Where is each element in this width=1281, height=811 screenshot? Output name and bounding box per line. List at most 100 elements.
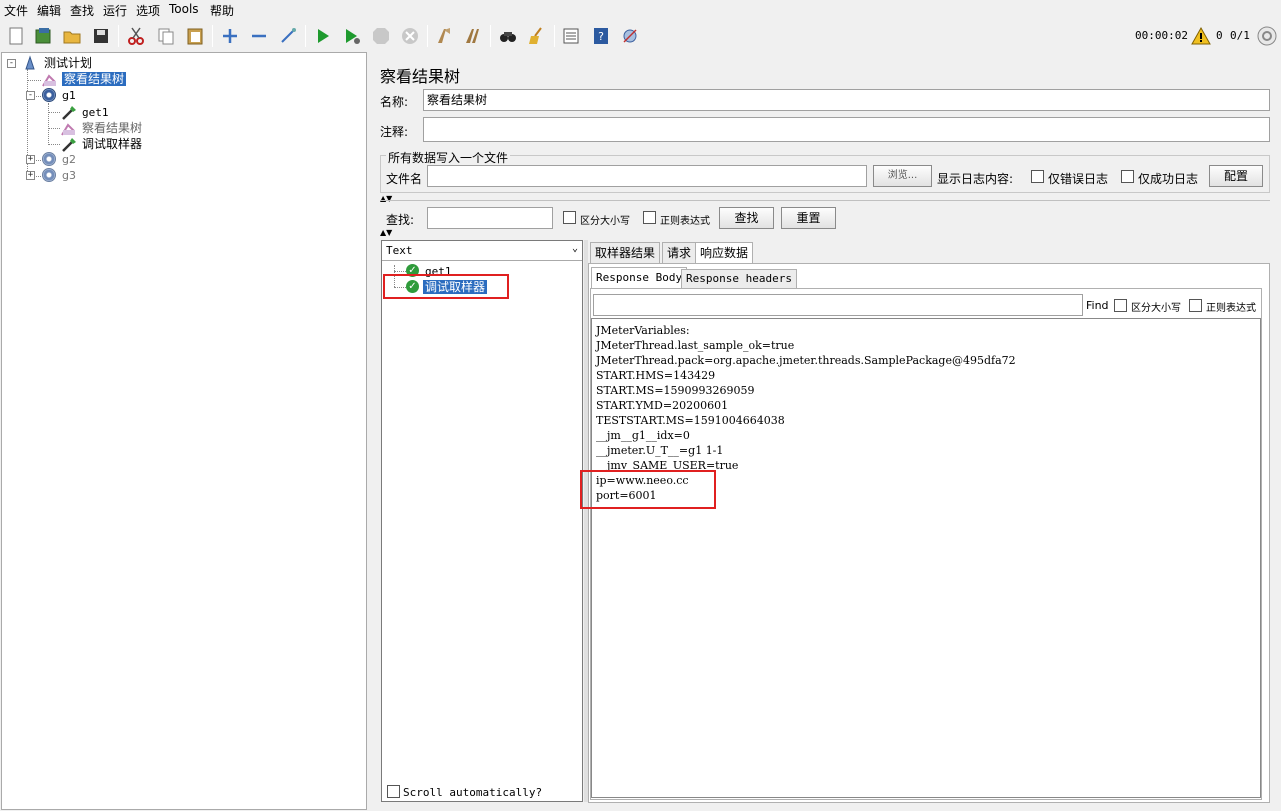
- file-group-title: 所有数据写入一个文件: [386, 149, 511, 166]
- splitter-arrows[interactable]: ▲▼: [380, 229, 392, 237]
- remote-icon[interactable]: [618, 24, 642, 48]
- menu-edit[interactable]: 编辑: [37, 2, 61, 19]
- start-icon[interactable]: [311, 24, 335, 48]
- save-icon[interactable]: [89, 24, 113, 48]
- search-label: 查找:: [386, 213, 415, 227]
- renderer-value: Text: [386, 244, 413, 257]
- search-input[interactable]: [427, 207, 553, 229]
- clear-icon[interactable]: [432, 24, 456, 48]
- toolbar: ? 00:00:02 0 0/1: [0, 20, 1281, 52]
- errors-only-checkbox[interactable]: [1031, 170, 1044, 183]
- tree-g1-view-results-tree[interactable]: 察看结果树: [82, 121, 142, 135]
- help-icon[interactable]: ?: [589, 24, 613, 48]
- highlight-box: [580, 470, 716, 509]
- find-input[interactable]: [593, 294, 1083, 316]
- open-icon[interactable]: [60, 24, 84, 48]
- warning-icon[interactable]: [1190, 24, 1212, 48]
- new-icon[interactable]: [4, 24, 28, 48]
- tab-response-headers[interactable]: Response headers: [681, 269, 797, 289]
- paste-icon[interactable]: [183, 24, 207, 48]
- response-line: __jm__g1__idx=0: [596, 429, 690, 442]
- reset-button[interactable]: 重置: [781, 207, 836, 229]
- find-regex-checkbox[interactable]: [1189, 299, 1202, 312]
- tab-request[interactable]: 请求: [662, 242, 697, 264]
- tab-response-body[interactable]: Response Body: [591, 267, 688, 289]
- response-line: JMeterThread.last_sample_ok=true: [596, 339, 795, 352]
- find-case-checkbox[interactable]: [1114, 299, 1127, 312]
- menu-bar: 文件 编辑 查找 运行 选项 Tools 帮助: [0, 0, 1281, 20]
- browse-button[interactable]: 浏览...: [873, 165, 932, 187]
- success-only-label: 仅成功日志: [1138, 172, 1199, 186]
- divider: [380, 200, 1270, 201]
- tab-response-data[interactable]: 响应数据: [695, 242, 754, 264]
- warning-count: 0: [1216, 29, 1223, 42]
- regex-checkbox[interactable]: [643, 211, 656, 224]
- renderer-select[interactable]: Text ⌄: [382, 241, 582, 261]
- success-only-checkbox[interactable]: [1121, 170, 1134, 183]
- case-sensitive-checkbox[interactable]: [563, 211, 576, 224]
- expand-g3[interactable]: +: [26, 171, 35, 180]
- filename-label: 文件名: [386, 172, 423, 186]
- search-button[interactable]: 查找: [719, 207, 774, 229]
- test-plan-tree: - 测试计划 察看结果树 - g1 get1 察看结果树 调试取样器 + g2 …: [1, 52, 367, 810]
- tree-debug-sampler[interactable]: 调试取样器: [82, 137, 142, 151]
- copy-icon[interactable]: [154, 24, 178, 48]
- thread-group-icon: [42, 168, 56, 182]
- tree-test-plan[interactable]: 测试计划: [44, 56, 92, 70]
- menu-options[interactable]: 选项: [136, 2, 160, 19]
- thread-group-icon: [42, 152, 56, 166]
- find-regex-label: 正则表达式: [1206, 303, 1256, 314]
- tree-g3[interactable]: g3: [62, 169, 76, 183]
- reset-search-icon[interactable]: [525, 24, 549, 48]
- tree-view-results-tree[interactable]: 察看结果树: [62, 72, 127, 86]
- sampler-icon: [62, 106, 76, 120]
- expand-icon[interactable]: [218, 24, 242, 48]
- scroll-auto-label: Scroll automatically?: [403, 786, 543, 799]
- tree-g1[interactable]: g1: [62, 89, 76, 103]
- response-line: __jmeter.U_T__=g1 1-1: [596, 444, 724, 457]
- search-icon[interactable]: [496, 24, 520, 48]
- listener-icon: [42, 74, 56, 87]
- start-no-pause-icon[interactable]: [340, 24, 364, 48]
- scroll-auto-checkbox[interactable]: [387, 785, 400, 798]
- templates-icon[interactable]: [31, 24, 55, 48]
- menu-file[interactable]: 文件: [4, 2, 28, 19]
- tab-sampler-result[interactable]: 取样器结果: [590, 242, 661, 264]
- regex-label: 正则表达式: [660, 216, 710, 227]
- cut-icon[interactable]: [124, 24, 148, 48]
- comment-label: 注释:: [380, 125, 409, 139]
- response-line: START.YMD=20200601: [596, 399, 729, 412]
- stop-icon[interactable]: [369, 24, 393, 48]
- comment-input[interactable]: [423, 117, 1270, 142]
- collapse-icon[interactable]: [247, 24, 271, 48]
- response-line: JMeterThread.pack=org.apache.jmeter.thre…: [596, 354, 1016, 367]
- collapse-test-plan[interactable]: -: [7, 59, 16, 68]
- configure-button[interactable]: 配置: [1209, 165, 1263, 187]
- collapse-g1[interactable]: -: [26, 91, 35, 100]
- tree-g2[interactable]: g2: [62, 153, 76, 167]
- name-input[interactable]: 察看结果树: [423, 89, 1270, 111]
- filename-input[interactable]: [427, 165, 867, 187]
- function-helper-icon[interactable]: [559, 24, 583, 48]
- menu-tools[interactable]: Tools: [169, 2, 199, 16]
- sampler-icon: [62, 138, 76, 152]
- thread-group-icon: [42, 88, 56, 102]
- splitter-arrows[interactable]: ▲▼: [380, 195, 392, 203]
- chevron-down-icon: ⌄: [571, 243, 578, 254]
- find-case-label: 区分大小写: [1131, 303, 1181, 314]
- menu-help[interactable]: 帮助: [210, 2, 234, 19]
- find-label: Find: [1086, 299, 1109, 312]
- svg-text:?: ?: [598, 30, 604, 43]
- response-line: START.MS=1590993269059: [596, 384, 755, 397]
- tree-get1[interactable]: get1: [82, 106, 109, 120]
- expand-g2[interactable]: +: [26, 155, 35, 164]
- response-body-text[interactable]: JMeterVariables: JMeterThread.last_sampl…: [591, 318, 1261, 798]
- menu-run[interactable]: 运行: [103, 2, 127, 19]
- toggle-icon[interactable]: [276, 24, 300, 48]
- menu-search[interactable]: 查找: [70, 2, 94, 19]
- results-list: Text ⌄ ✓ get1 ✓ 调试取样器 Scroll automatical…: [381, 240, 583, 802]
- shutdown-icon[interactable]: [398, 24, 422, 48]
- test-plan-icon: [25, 55, 35, 70]
- clear-all-icon[interactable]: [461, 24, 485, 48]
- elapsed-timer: 00:00:02: [1135, 29, 1188, 42]
